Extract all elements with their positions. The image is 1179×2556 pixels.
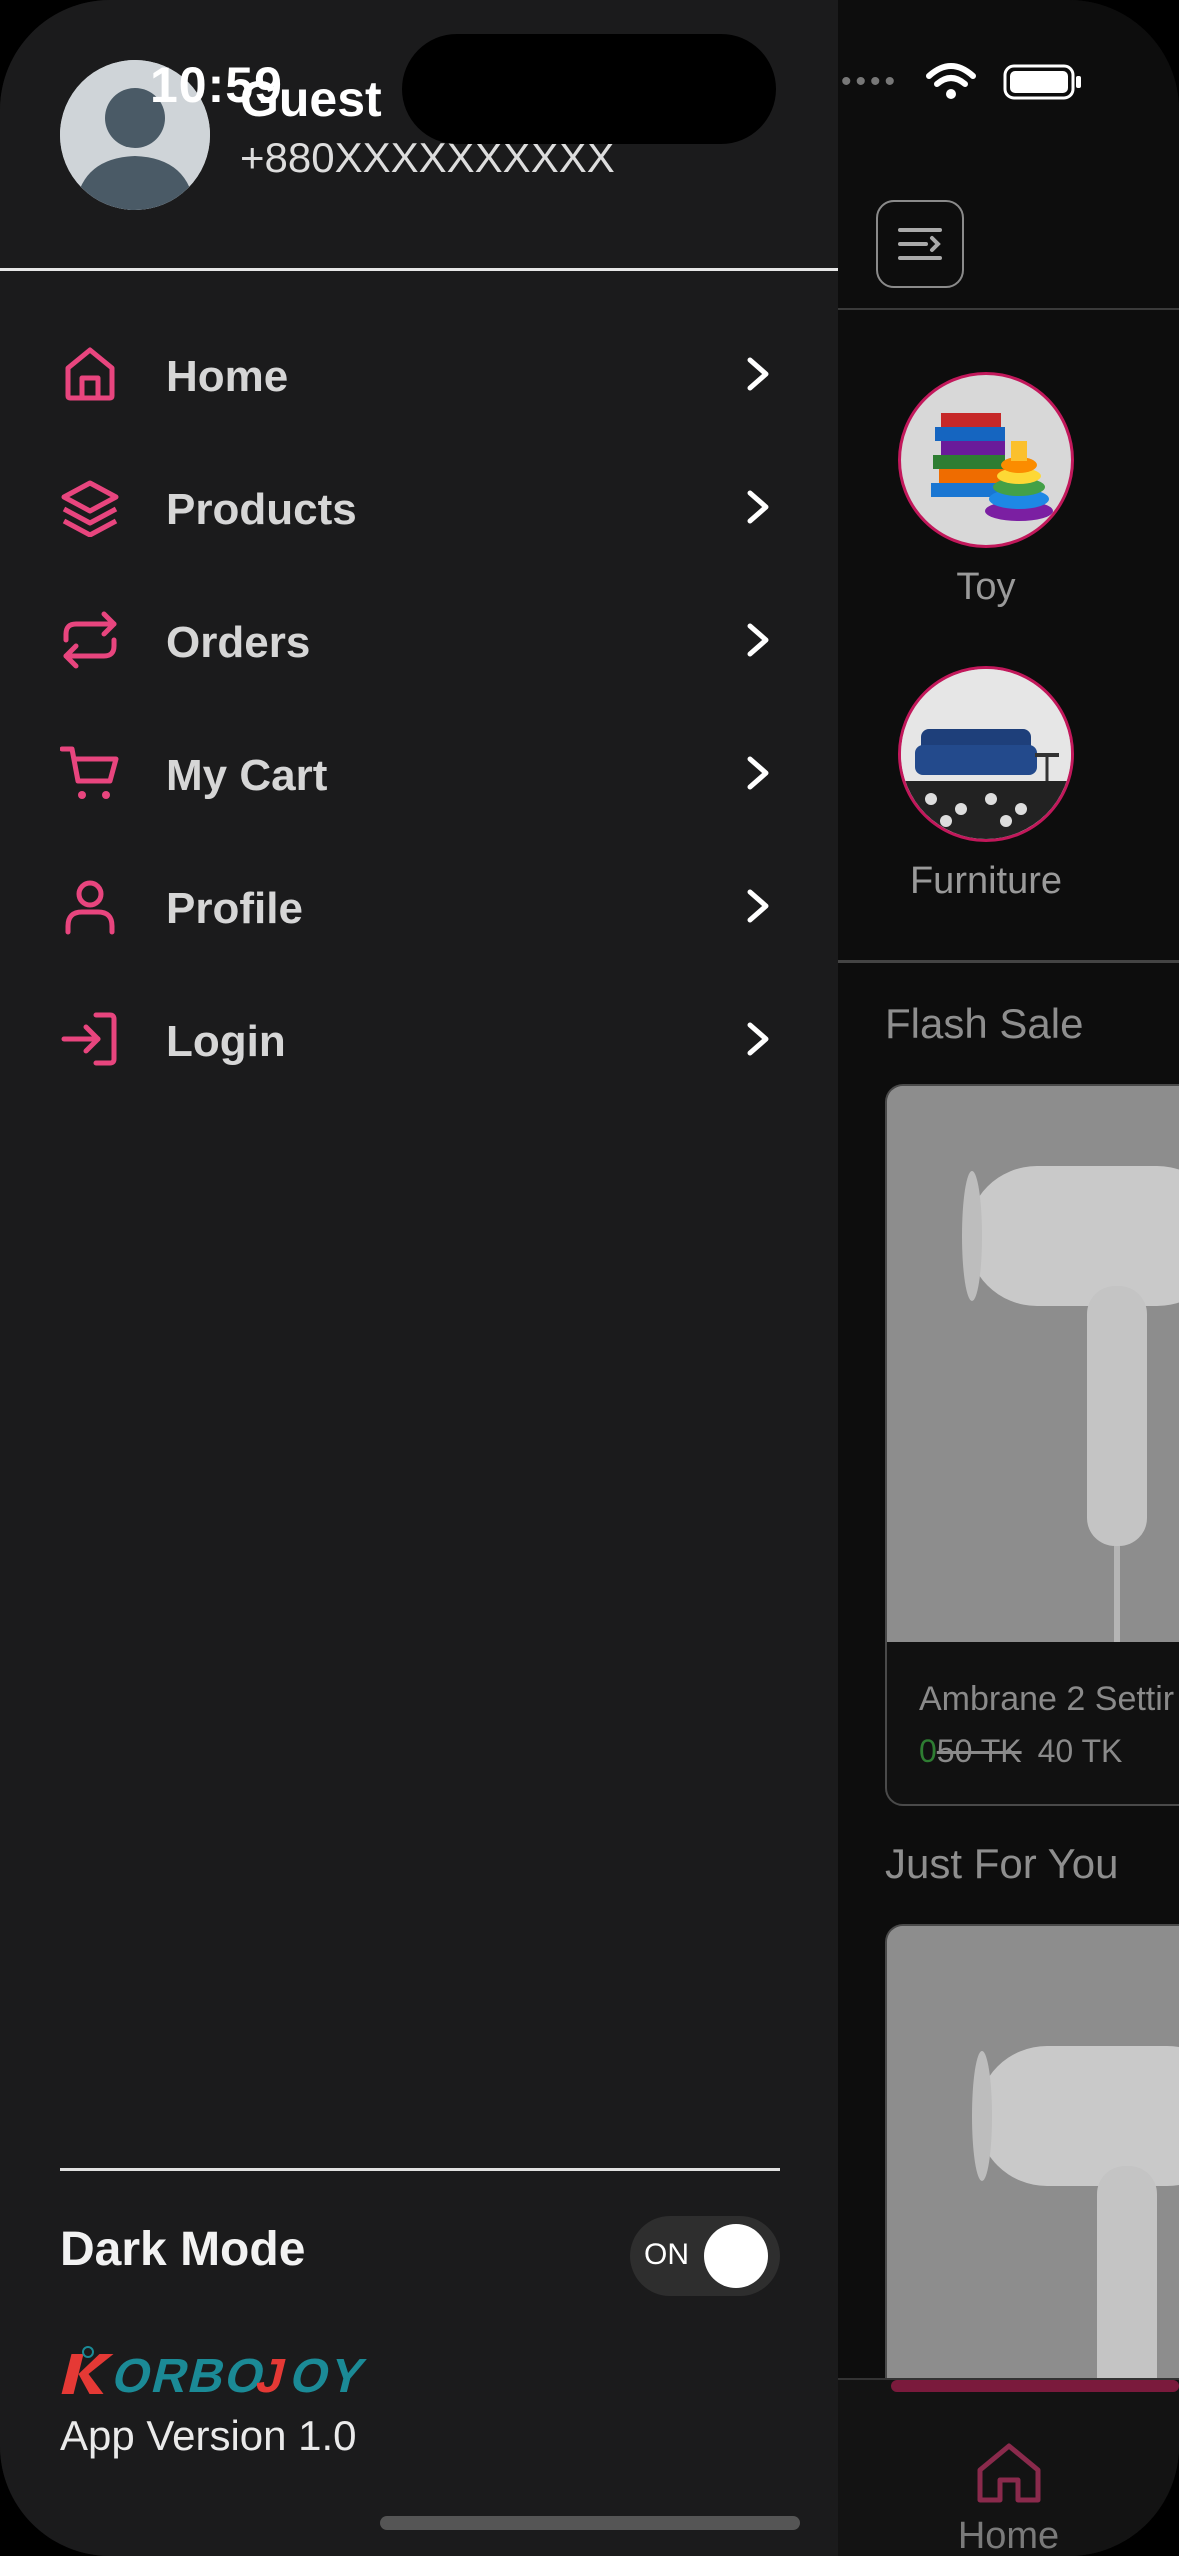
chevron-right-icon: [747, 889, 769, 923]
dynamic-island: [402, 34, 776, 144]
chevron-right-icon: [747, 756, 769, 790]
toggle-knob: [704, 2224, 768, 2288]
furniture-image: [898, 666, 1074, 842]
layers-icon: [61, 480, 119, 537]
home-icon: [65, 347, 115, 401]
menu-item-label: Home: [166, 351, 289, 401]
menu-item-orders[interactable]: Orders: [0, 576, 838, 709]
navigation-drawer: Guest +880XXXXXXXXXX Home Products Order…: [0, 0, 838, 2556]
menu-item-products[interactable]: Products: [0, 443, 838, 576]
dark-mode-toggle[interactable]: ON: [630, 2216, 780, 2296]
menu-item-my-cart[interactable]: My Cart: [0, 709, 838, 842]
wifi-icon: [926, 63, 976, 99]
menu-item-login[interactable]: Login: [0, 975, 838, 1108]
menu-item-profile[interactable]: Profile: [0, 842, 838, 975]
phone-screen: •••• Toy Furniture Flash Sale Ambrane 2 …: [0, 0, 1179, 2556]
status-icons: ••••: [841, 62, 1083, 102]
price-prefix: 0: [919, 1733, 937, 1769]
home-indicator[interactable]: [380, 2516, 800, 2530]
svg-text:OY: OY: [285, 2350, 372, 2400]
menu-item-label: Orders: [166, 617, 311, 667]
dark-mode-label: Dark Mode: [60, 2223, 306, 2276]
svg-text:ORBO: ORBO: [107, 2350, 272, 2400]
brand-logo: ORBO J OY: [61, 2346, 372, 2400]
signal-icon: ••••: [840, 65, 899, 98]
battery-icon: [1003, 64, 1081, 100]
nav-home[interactable]: Home: [838, 2440, 1179, 2556]
flash-sale-product-card[interactable]: Ambrane 2 Settir 050 TK 40 TK: [885, 1084, 1179, 1806]
menu-item-label: Products: [166, 484, 357, 534]
menu-icon: [898, 228, 942, 260]
cart-icon: [60, 746, 119, 799]
product-name: Ambrane 2 Settir: [919, 1680, 1175, 1718]
category-furniture[interactable]: Furniture: [896, 666, 1076, 903]
current-price: 40 TK: [1037, 1733, 1123, 1769]
toggle-state-text: ON: [644, 2238, 689, 2271]
bottom-navigation: Home: [838, 2378, 1179, 2556]
active-tab-indicator: [891, 2380, 1179, 2392]
chevron-right-icon: [747, 357, 769, 391]
section-divider: [838, 960, 1179, 963]
chevron-right-icon: [747, 623, 769, 657]
menu-toggle-button[interactable]: [876, 200, 964, 288]
chevron-right-icon: [747, 1022, 769, 1056]
chevron-right-icon: [747, 490, 769, 524]
product-price: 050 TK 40 TK: [919, 1733, 1179, 1770]
flash-sale-title: Flash Sale: [885, 1000, 1084, 1047]
login-icon: [61, 1012, 117, 1066]
product-image: [887, 1086, 1179, 1642]
nav-home-label: Home: [957, 2515, 1060, 2556]
drawer-header-divider: [0, 268, 838, 271]
status-time: 10:59: [150, 57, 283, 113]
just-for-you-product-card[interactable]: [885, 1924, 1179, 2446]
home-icon: [977, 2443, 1040, 2503]
repeat-icon: [63, 611, 117, 669]
just-for-you-title: Just For You: [885, 1840, 1119, 1887]
user-icon: [65, 880, 115, 935]
product-image: [887, 1926, 1179, 2446]
category-label: Furniture: [909, 860, 1063, 902]
menu-item-label: My Cart: [166, 750, 328, 800]
toy-image: [898, 372, 1074, 548]
menu-item-label: Login: [166, 1016, 286, 1066]
old-price: 50 TK: [936, 1733, 1022, 1769]
menu-item-home[interactable]: Home: [0, 310, 838, 443]
category-toy[interactable]: Toy: [896, 372, 1076, 609]
menu-item-label: Profile: [166, 883, 303, 933]
header-divider: [838, 308, 1179, 310]
category-label: Toy: [956, 566, 1016, 608]
drawer-footer-divider: [60, 2168, 780, 2171]
app-version: App Version 1.0: [60, 2412, 357, 2459]
drawer-menu: Home Products Orders My Cart Profile Log…: [0, 310, 838, 1108]
